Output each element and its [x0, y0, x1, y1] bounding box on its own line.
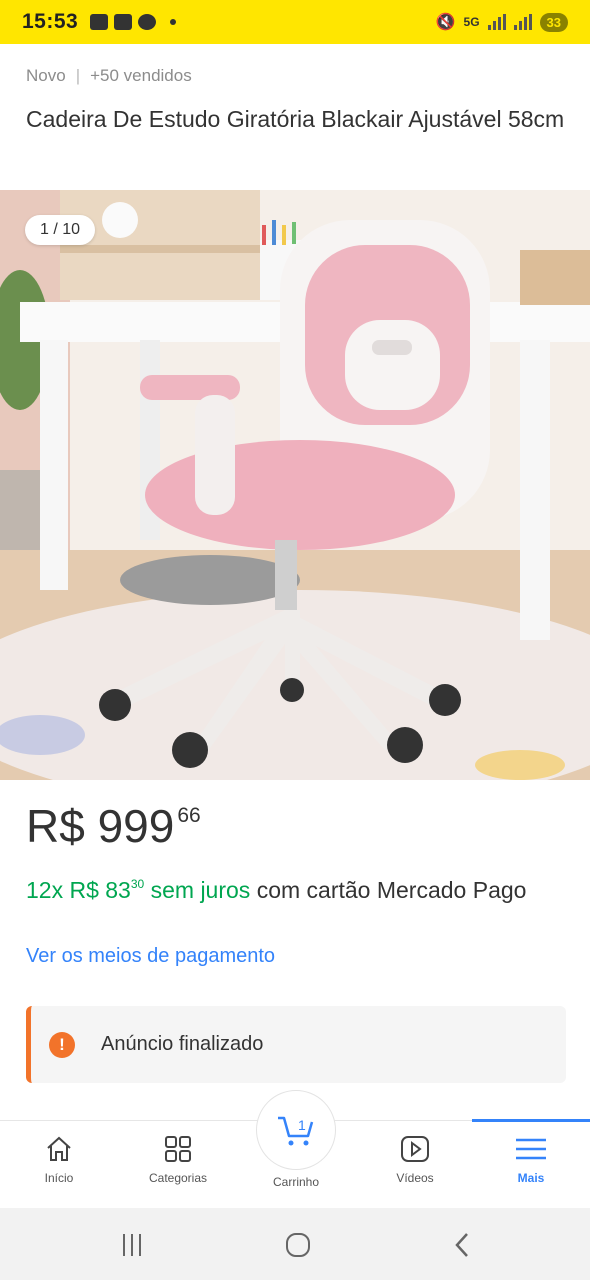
- mute-icon: 🔇: [435, 14, 456, 31]
- chat-icon: [138, 14, 157, 30]
- divider: |: [75, 66, 81, 85]
- status-bar: 15:53 🔇 5G 33: [0, 0, 590, 44]
- alert-text: Anúncio finalizado: [101, 1033, 264, 1055]
- home-icon: [47, 1136, 71, 1161]
- product-image[interactable]: [0, 190, 590, 780]
- installment-suffix: com cartão Mercado Pago: [256, 877, 527, 903]
- battery-indicator: 33: [539, 12, 568, 32]
- play-icon: [401, 1136, 429, 1162]
- signal-icon: [513, 14, 532, 30]
- warning-icon: !: [49, 1031, 75, 1058]
- tab-label: Início: [44, 1171, 74, 1185]
- tab-inicio[interactable]: Início: [9, 1133, 109, 1185]
- status-time: 15:53: [22, 10, 79, 33]
- tab-label: Mais: [517, 1171, 545, 1185]
- back-button[interactable]: [442, 1230, 482, 1260]
- back-icon: [455, 1233, 468, 1257]
- menu-icon: [516, 1138, 546, 1160]
- signal-icon: [487, 14, 506, 30]
- tab-categorias[interactable]: Categorias: [128, 1133, 228, 1185]
- cart-badge: 1: [298, 1117, 306, 1133]
- recent-apps-button[interactable]: [112, 1230, 152, 1260]
- tab-label: Categorias: [148, 1171, 208, 1185]
- installment-cents: 30: [130, 877, 145, 891]
- home-button[interactable]: [278, 1230, 318, 1260]
- chair-image: [0, 190, 590, 780]
- installment-amount: 12x R$ 83: [26, 877, 131, 903]
- sold-count: +50 vendidos: [90, 66, 192, 85]
- price: R$ 999 66: [26, 798, 201, 854]
- notification-icon: [114, 14, 133, 30]
- active-tab-indicator: [472, 1119, 590, 1122]
- tab-label: Vídeos: [396, 1171, 434, 1185]
- tab-videos[interactable]: Vídeos: [365, 1133, 465, 1185]
- cart-icon: 1: [278, 1116, 314, 1146]
- notification-icon: [90, 14, 109, 30]
- product-meta: Novo | +50 vendidos: [26, 66, 192, 86]
- condition-label: Novo: [26, 66, 66, 85]
- listing-ended-alert: ! Anúncio finalizado: [26, 1006, 566, 1083]
- system-nav-bar: [0, 1208, 590, 1280]
- tab-carrinho[interactable]: 1: [256, 1090, 336, 1170]
- image-counter: 1 / 10: [25, 215, 96, 245]
- more-notifications-icon: [170, 19, 177, 25]
- product-title: Cadeira De Estudo Giratória Blackair Aju…: [26, 106, 565, 132]
- tab-label: Carrinho: [272, 1175, 320, 1189]
- payment-methods-link[interactable]: Ver os meios de pagamento: [26, 945, 275, 968]
- network-type: 5G: [463, 15, 480, 29]
- home-circle-icon: [286, 1233, 310, 1257]
- price-cents: 66: [177, 804, 201, 827]
- installment-interest: sem juros: [150, 877, 251, 903]
- installments: 12x R$ 8330 sem juros com cartão Mercado…: [26, 868, 546, 906]
- price-main: R$ 999: [26, 800, 175, 852]
- tab-mais[interactable]: Mais: [481, 1133, 581, 1185]
- grid-icon: [165, 1136, 191, 1162]
- recent-apps-icon: [123, 1234, 141, 1256]
